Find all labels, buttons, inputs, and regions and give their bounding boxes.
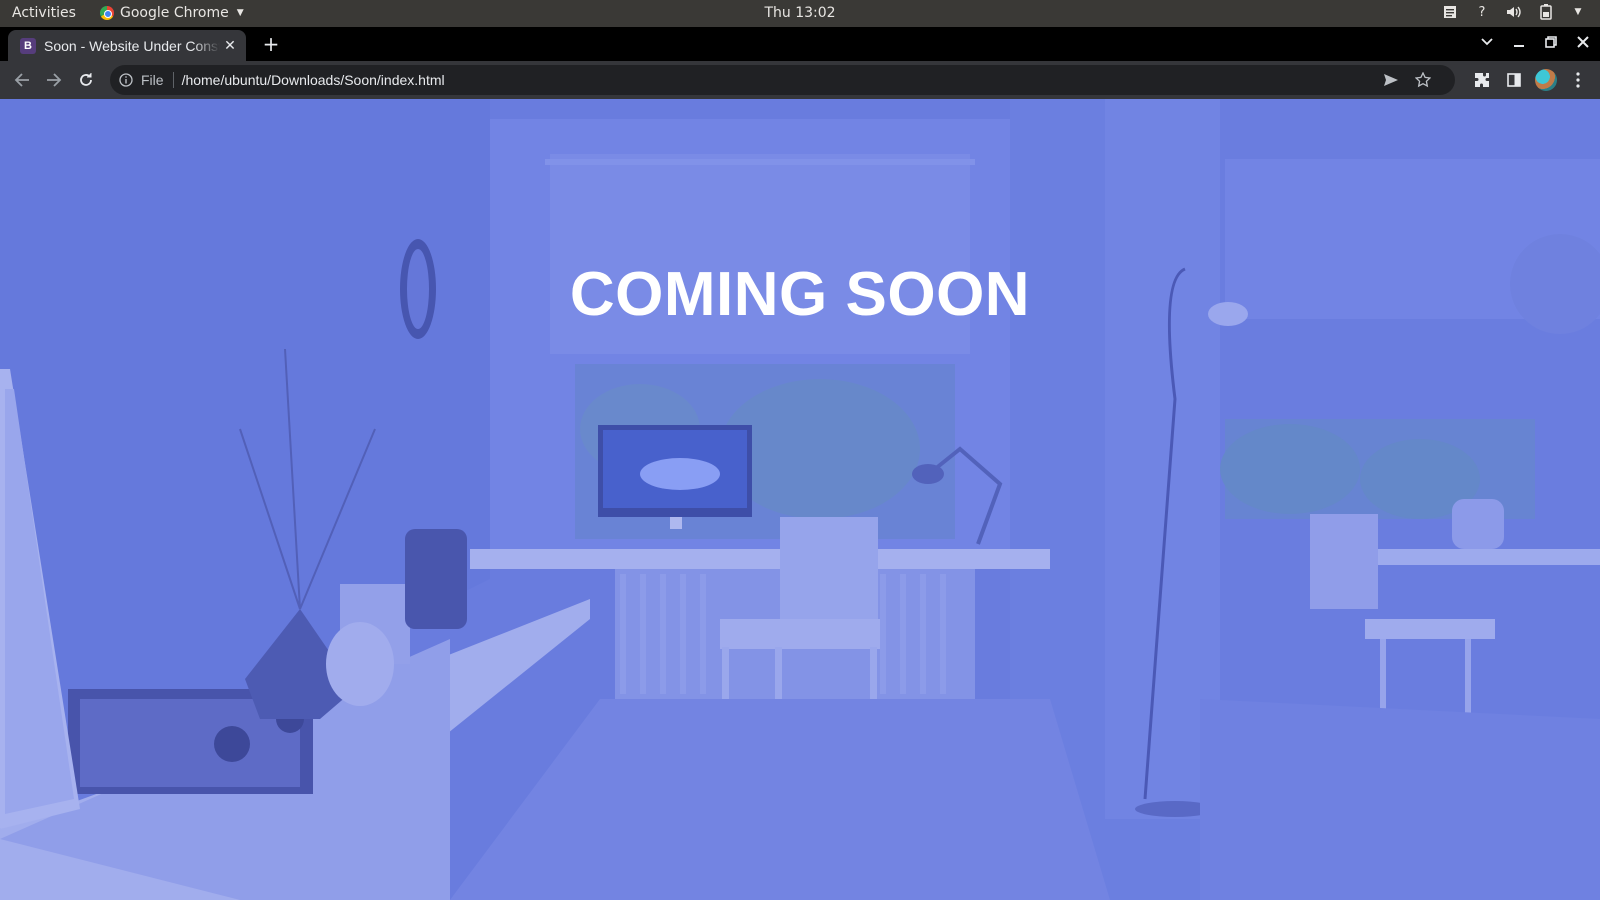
send-tab-icon[interactable]	[1379, 68, 1403, 92]
app-menu-label: Google Chrome	[120, 5, 229, 21]
clock-label[interactable]: Thu 13:02	[764, 5, 835, 21]
window-controls	[1478, 33, 1592, 51]
activities-button[interactable]: Activities	[12, 5, 76, 21]
forward-icon[interactable]	[42, 68, 66, 92]
bootstrap-favicon-icon: B	[20, 37, 36, 54]
restore-icon[interactable]	[1542, 33, 1560, 51]
chrome-logo-icon	[100, 6, 114, 20]
color-overlay	[0, 99, 1600, 900]
browser-toolbar: File /home/ubuntu/Downloads/Soon/index.h…	[0, 61, 1600, 99]
page-viewport: COMING SOON	[0, 99, 1600, 900]
url-text[interactable]: /home/ubuntu/Downloads/Soon/index.html	[182, 72, 445, 88]
reload-icon[interactable]	[74, 68, 98, 92]
new-tab-icon[interactable]: +	[260, 32, 282, 56]
notes-icon[interactable]	[1442, 4, 1458, 20]
back-icon[interactable]	[10, 68, 34, 92]
close-window-icon[interactable]	[1574, 33, 1592, 51]
tab-active[interactable]: B Soon - Website Under Construction ✕	[8, 30, 246, 61]
tab-title: Soon - Website Under Construction	[44, 37, 220, 54]
caret-down-icon: ▼	[236, 8, 244, 18]
bookmark-star-icon[interactable]	[1411, 68, 1435, 92]
address-bar[interactable]: File /home/ubuntu/Downloads/Soon/index.h…	[110, 65, 1455, 95]
omnibox-separator	[172, 72, 174, 88]
battery-icon[interactable]	[1538, 4, 1554, 20]
app-menu[interactable]: Google Chrome ▼	[100, 5, 244, 21]
volume-icon[interactable]	[1506, 4, 1522, 20]
profile-avatar[interactable]	[1534, 68, 1558, 92]
tab-search-icon[interactable]	[1478, 33, 1496, 51]
help-icon[interactable]: ?	[1474, 4, 1490, 20]
tab-strip: B Soon - Website Under Construction ✕ +	[0, 27, 1600, 61]
extensions-icon[interactable]	[1470, 68, 1494, 92]
system-top-bar: Activities Google Chrome ▼ Thu 13:02 ? ▼	[0, 0, 1600, 27]
caret-down-icon[interactable]: ▼	[1570, 4, 1586, 20]
menu-kebab-icon[interactable]	[1566, 68, 1590, 92]
scheme-chip[interactable]: File	[141, 72, 164, 88]
side-panel-icon[interactable]	[1502, 68, 1526, 92]
system-tray[interactable]: ? ▼	[1442, 4, 1586, 20]
coming-soon-heading: COMING SOON	[569, 260, 1031, 329]
minimize-icon[interactable]	[1510, 33, 1528, 51]
close-tab-icon[interactable]: ✕	[222, 38, 238, 54]
info-icon[interactable]	[118, 72, 134, 88]
